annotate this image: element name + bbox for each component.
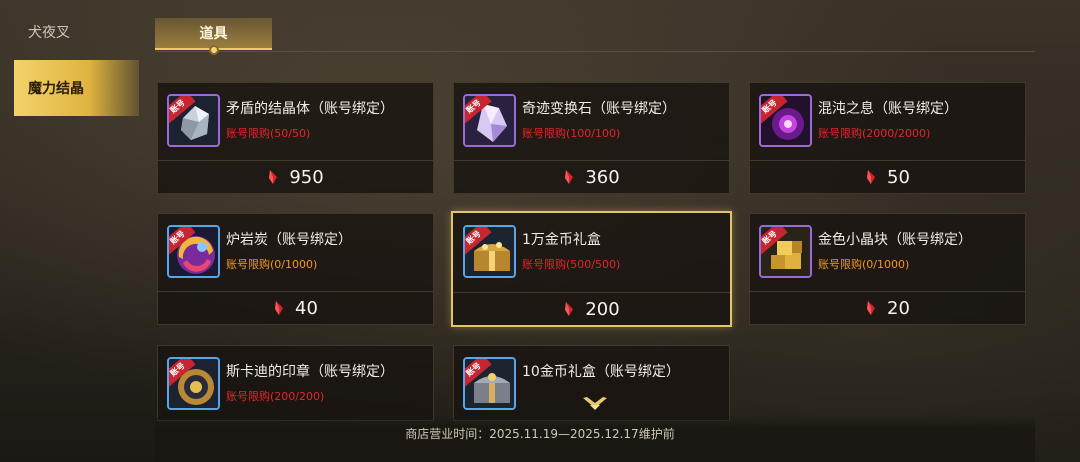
item-name: 混沌之息（账号绑定） xyxy=(818,101,958,117)
item-name: 斯卡迪的印章（账号绑定） xyxy=(226,364,394,380)
item-purchase-limit: 账号限购(50/50) xyxy=(226,127,311,140)
red-crystal-currency-icon xyxy=(867,301,876,315)
sidebar-item-label: 犬夜叉 xyxy=(28,25,70,41)
purple-orb-icon: 账号 xyxy=(759,94,812,147)
silver-crystal-icon: 账号 xyxy=(167,94,220,147)
shop-item-card[interactable]: 账号 矛盾的结晶体（账号绑定） 账号限购(50/50) 950 xyxy=(157,82,434,194)
item-purchase-limit: 账号限购(500/500) xyxy=(522,258,621,271)
tab-indicator-icon xyxy=(209,45,219,55)
sidebar-item-label: 魔力结晶 xyxy=(28,81,84,97)
price-bar[interactable]: 50 xyxy=(750,160,1025,193)
item-purchase-limit: 账号限购(0/1000) xyxy=(226,258,318,271)
silver-chest-icon: 账号 xyxy=(463,357,516,410)
item-name: 奇迹变换石（账号绑定） xyxy=(522,101,676,117)
item-price: 200 xyxy=(585,298,620,320)
red-crystal-currency-icon xyxy=(269,170,278,184)
violet-crystal-icon: 账号 xyxy=(463,94,516,147)
item-price: 360 xyxy=(585,166,620,188)
item-name: 1万金币礼盒 xyxy=(522,232,601,248)
item-purchase-limit: 账号限购(100/100) xyxy=(522,127,621,140)
price-bar[interactable]: 20 xyxy=(750,291,1025,324)
item-name: 炉岩炭（账号绑定） xyxy=(226,232,352,248)
item-name: 金色小晶块（账号绑定） xyxy=(818,232,972,248)
item-price: 40 xyxy=(295,297,318,319)
shop-item-card[interactable]: 账号 斯卡迪的印章（账号绑定） 账号限购(200/200) xyxy=(157,345,434,421)
shop-item-card[interactable]: 账号 炉岩炭（账号绑定） 账号限购(0/1000) 40 xyxy=(157,213,434,325)
red-crystal-currency-icon xyxy=(867,170,876,184)
shop-hours-text: 商店营业时间：2025.11.19—2025.12.17维护前 xyxy=(405,427,675,441)
red-crystal-currency-icon xyxy=(275,301,284,315)
sidebar-item-inuyasha[interactable]: 犬夜叉 xyxy=(14,4,139,60)
gold-chest-icon: 账号 xyxy=(463,225,516,278)
item-name: 10金币礼盒（账号绑定） xyxy=(522,364,680,380)
red-crystal-currency-icon xyxy=(565,302,574,316)
shop-item-card[interactable]: 账号 奇迹变换石（账号绑定） 账号限购(100/100) 360 xyxy=(453,82,730,194)
gold-cubes-icon: 账号 xyxy=(759,225,812,278)
item-purchase-limit: 账号限购(0/1000) xyxy=(818,258,910,271)
seal-medallion-icon: 账号 xyxy=(167,357,220,410)
item-name: 矛盾的结晶体（账号绑定） xyxy=(226,101,394,117)
item-purchase-limit: 账号限购(2000/2000) xyxy=(818,127,931,140)
tab-label: 道具 xyxy=(199,26,228,42)
sidebar-item-magic-crystal[interactable]: 魔力结晶 xyxy=(14,60,139,116)
item-price: 950 xyxy=(289,166,324,188)
scroll-down-arrow-icon[interactable] xyxy=(581,394,609,414)
shop-item-card-selected[interactable]: 账号 1万金币礼盒 账号限购(500/500) 200 xyxy=(451,211,732,327)
shop-item-card[interactable]: 账号 混沌之息（账号绑定） 账号限购(2000/2000) 50 xyxy=(749,82,1026,194)
item-purchase-limit: 账号限购(200/200) xyxy=(226,390,325,403)
item-price: 50 xyxy=(887,166,910,188)
price-bar[interactable]: 360 xyxy=(454,160,729,193)
tab-items[interactable]: 道具 xyxy=(155,18,272,55)
lava-coal-icon: 账号 xyxy=(167,225,220,278)
price-bar[interactable]: 950 xyxy=(158,160,433,193)
item-price: 20 xyxy=(887,297,910,319)
shop-item-card[interactable]: 账号 金色小晶块（账号绑定） 账号限购(0/1000) 20 xyxy=(749,213,1026,325)
red-crystal-currency-icon xyxy=(565,170,574,184)
price-bar[interactable]: 40 xyxy=(158,291,433,324)
price-bar[interactable]: 200 xyxy=(453,292,730,325)
tab-bar: 道具 xyxy=(155,18,1035,55)
sidebar: 犬夜叉 魔力结晶 xyxy=(0,0,140,462)
